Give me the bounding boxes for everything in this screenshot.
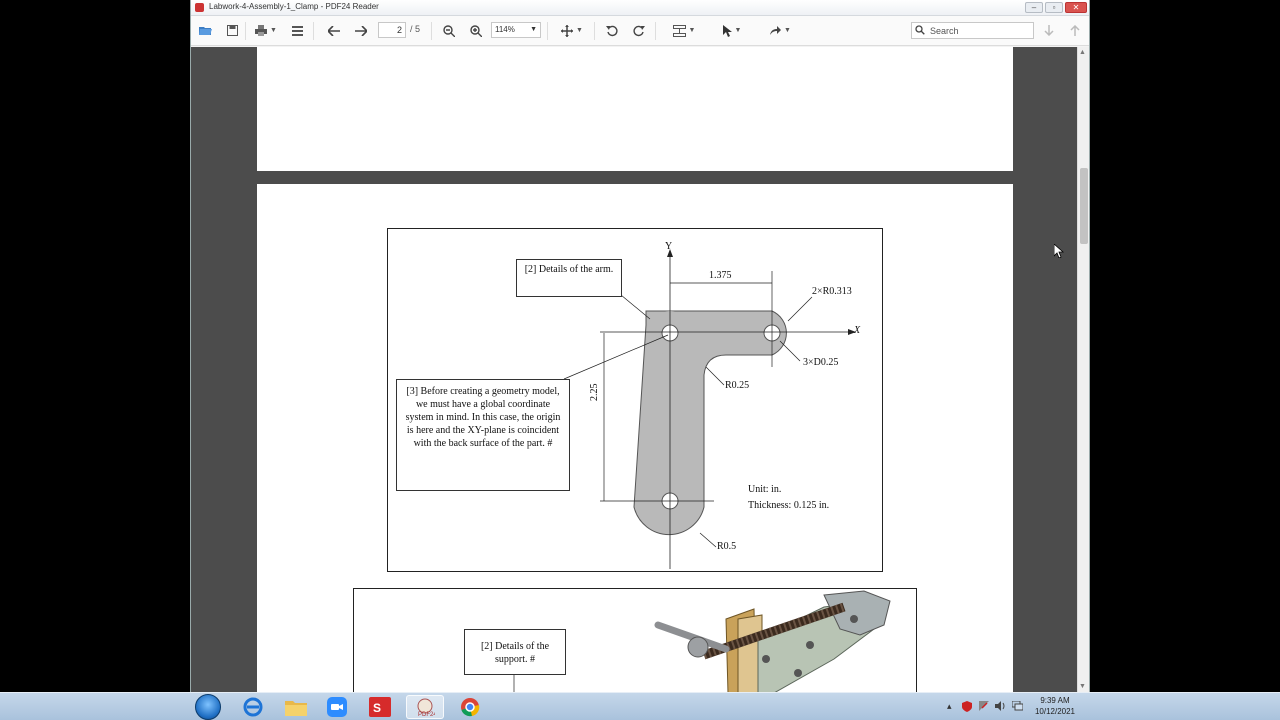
- y-axis-label: Y: [665, 241, 673, 252]
- zoom-out-icon[interactable]: [441, 22, 457, 39]
- search-previous-icon[interactable]: [1067, 22, 1083, 39]
- height-dimension: 2.25: [589, 383, 600, 402]
- holes-label: 3×D0.25: [803, 357, 839, 368]
- clamp-assembly-drawing: [513, 590, 891, 692]
- save-icon[interactable]: [224, 22, 240, 39]
- start-button[interactable]: [195, 694, 221, 720]
- outer-radius-label: 2×R0.313: [812, 286, 852, 297]
- show-hidden-icons-icon[interactable]: ▴: [947, 701, 952, 712]
- mouse-cursor-icon: [1054, 244, 1064, 258]
- page-number-input[interactable]: 2: [378, 22, 406, 38]
- folder-icon: [285, 701, 307, 716]
- previous-page-icon[interactable]: [326, 22, 342, 39]
- thickness-label: Thickness: 0.125 in.: [748, 500, 830, 511]
- pan-tool-icon[interactable]: ▼: [557, 22, 587, 39]
- x-axis-label: X: [854, 325, 861, 336]
- scroll-down-icon[interactable]: ▼: [1079, 683, 1086, 690]
- zoom-select[interactable]: 114% ▼: [491, 22, 541, 38]
- minimize-button[interactable]: –: [1025, 2, 1043, 13]
- menu-list-icon[interactable]: [289, 22, 305, 39]
- pdf-page-2: Y X 1.375 2.25 2×R0.313 3×D0.25 R0.25 R0…: [257, 184, 1013, 692]
- fillet-label: R0.25: [725, 380, 750, 391]
- search-next-icon[interactable]: [1041, 22, 1057, 39]
- pdf24-reader-window: Labwork-4-Assembly-1_Clamp - PDF24 Reade…: [190, 0, 1090, 692]
- toolbar: ▼ 2 / 5 114% ▼ ▼ ▼ ▼ ▼ Search: [191, 16, 1089, 46]
- page-layout-icon[interactable]: ▼: [669, 22, 699, 39]
- next-page-icon[interactable]: [353, 22, 369, 39]
- taskbar-file-explorer[interactable]: [277, 695, 315, 719]
- callout-arm-details: [2] Details of the arm.: [516, 259, 622, 297]
- arm-detail-figure: Y X 1.375 2.25 2×R0.313 3×D0.25 R0.25 R0…: [387, 228, 883, 572]
- chrome-icon: [461, 698, 480, 717]
- zoom-in-icon[interactable]: [468, 22, 484, 39]
- bottom-radius-label: R0.5: [717, 541, 737, 552]
- support-detail-figure: [2] Details of the support. #: [353, 588, 917, 692]
- close-button[interactable]: ✕: [1065, 2, 1087, 13]
- search-placeholder: Search: [930, 26, 959, 36]
- internet-explorer-icon: [243, 697, 263, 717]
- rotate-right-icon[interactable]: [631, 22, 647, 39]
- scrollbar-thumb[interactable]: [1080, 168, 1088, 244]
- width-dimension: 1.375: [709, 270, 732, 281]
- pdf-page-1: [257, 47, 1013, 171]
- taskbar-solidworks[interactable]: S: [361, 695, 399, 719]
- taskbar-zoom[interactable]: [318, 695, 356, 719]
- taskbar-chrome[interactable]: [451, 695, 489, 719]
- maximize-button[interactable]: ▫: [1045, 2, 1063, 13]
- select-cursor-icon[interactable]: ▼: [717, 22, 747, 39]
- network-icon[interactable]: [1011, 700, 1024, 713]
- zoom-app-icon: [327, 697, 347, 717]
- clock-date: 10/12/2021: [1034, 707, 1076, 716]
- action-center-icon[interactable]: [979, 701, 989, 713]
- title-bar: Labwork-4-Assembly-1_Clamp - PDF24 Reade…: [191, 0, 1089, 16]
- zoom-value: 114%: [495, 25, 515, 34]
- rotate-left-icon[interactable]: [604, 22, 620, 39]
- page-total: / 5: [410, 24, 421, 34]
- scroll-up-icon[interactable]: ▲: [1079, 49, 1086, 56]
- share-icon[interactable]: ▼: [765, 22, 795, 39]
- callout-support-details: [2] Details of the support. #: [464, 629, 566, 675]
- chevron-down-icon: ▼: [530, 26, 537, 33]
- desktop-screen: Labwork-4-Assembly-1_Clamp - PDF24 Reade…: [0, 0, 1280, 720]
- search-input[interactable]: Search: [911, 22, 1034, 39]
- svg-text:PDF24: PDF24: [418, 712, 435, 717]
- search-icon: [915, 25, 925, 38]
- clock-time: 9:39 AM: [1040, 696, 1070, 705]
- solidworks-icon: S: [369, 697, 391, 717]
- svg-text:S: S: [373, 701, 381, 715]
- volume-icon[interactable]: [995, 701, 1006, 713]
- app-icon: [195, 3, 204, 12]
- taskbar-pdf24[interactable]: PDF24: [406, 695, 444, 719]
- open-folder-icon[interactable]: [197, 22, 213, 39]
- system-clock[interactable]: 9:39 AM 10/12/2021: [1030, 695, 1080, 717]
- taskbar: S PDF24 ▴ 9:39 AM 10/12/2021: [0, 692, 1280, 720]
- unit-label: Unit: in.: [748, 484, 782, 495]
- pdf24-icon: PDF24: [417, 698, 435, 717]
- window-title: Labwork-4-Assembly-1_Clamp - PDF24 Reade…: [209, 2, 379, 11]
- security-shield-icon[interactable]: [962, 701, 972, 714]
- print-icon[interactable]: ▼: [251, 22, 281, 39]
- vertical-scrollbar[interactable]: ▲ ▼: [1077, 47, 1089, 692]
- taskbar-internet-explorer[interactable]: [234, 695, 272, 719]
- document-viewer[interactable]: Y X 1.375 2.25 2×R0.313 3×D0.25 R0.25 R0…: [191, 47, 1079, 692]
- callout-coordinate-system: [3] Before creating a geometry model, we…: [396, 379, 570, 491]
